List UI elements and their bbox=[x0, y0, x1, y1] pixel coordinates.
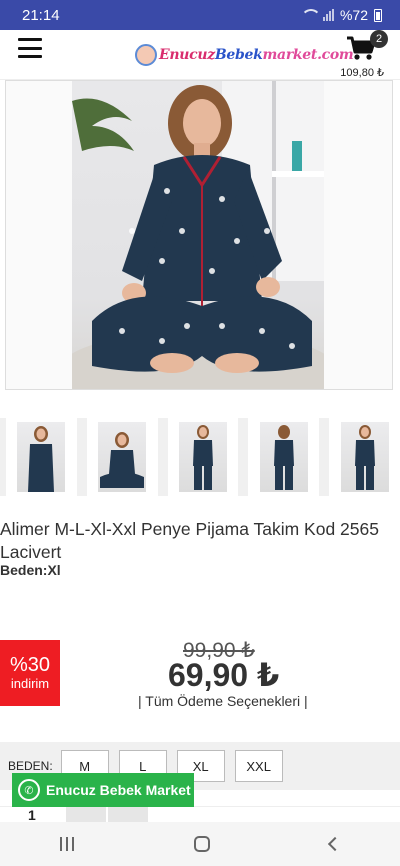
recent-apps-icon[interactable] bbox=[60, 837, 74, 851]
cart-total: 109,80 ₺ bbox=[340, 67, 384, 79]
battery-percent: %72 bbox=[339, 7, 368, 23]
whatsapp-icon: ✆ bbox=[18, 779, 40, 801]
cart-count-badge: 2 bbox=[370, 30, 388, 48]
payment-options-link[interactable]: | Tüm Ödeme Seçenekleri | bbox=[138, 693, 308, 709]
quantity-value[interactable]: 1 bbox=[28, 807, 36, 823]
size-option-xxl[interactable]: XXL bbox=[234, 750, 283, 782]
discount-badge: %30 indirim bbox=[0, 640, 60, 706]
selected-size-label: Beden:Xl bbox=[0, 562, 61, 578]
quantity-decrease-button[interactable] bbox=[108, 807, 148, 823]
site-logo[interactable]: EnucuzBebekmarket.com bbox=[135, 38, 354, 72]
baby-logo-icon bbox=[135, 44, 157, 66]
current-price: 69,90 ₺ bbox=[168, 657, 280, 693]
thumbnail-3[interactable] bbox=[167, 418, 239, 496]
back-icon[interactable] bbox=[327, 836, 343, 852]
model-illustration bbox=[72, 81, 324, 389]
home-icon[interactable] bbox=[194, 836, 210, 852]
logo-text: EnucuzBebekmarket.com bbox=[159, 47, 354, 63]
signal-icon bbox=[322, 9, 334, 21]
size-selector-label: BEDEN: bbox=[8, 759, 53, 773]
quantity-row: 1 bbox=[0, 806, 400, 823]
system-nav-bar bbox=[0, 822, 400, 866]
status-icons: %72 bbox=[300, 7, 382, 23]
thumbnail-4[interactable] bbox=[248, 418, 320, 496]
thumbnail-5[interactable] bbox=[329, 418, 400, 496]
menu-icon[interactable] bbox=[18, 38, 42, 58]
product-main-image[interactable] bbox=[5, 80, 393, 390]
product-photo bbox=[72, 81, 324, 389]
thumbnail-1[interactable] bbox=[6, 418, 77, 496]
status-bar: 21:14 %72 bbox=[0, 0, 400, 30]
whatsapp-label: Enucuz Bebek Market bbox=[46, 782, 191, 798]
wifi-icon bbox=[300, 9, 321, 21]
discount-label: indirim bbox=[10, 676, 50, 691]
status-time: 21:14 bbox=[22, 6, 60, 24]
site-header: EnucuzBebekmarket.com 2 109,80 ₺ bbox=[0, 30, 400, 80]
product-title: Alimer M-L-Xl-Xxl Penye Pijama Takim Kod… bbox=[0, 519, 379, 562]
battery-icon bbox=[374, 8, 382, 22]
whatsapp-button[interactable]: ✆ Enucuz Bebek Market bbox=[12, 773, 194, 807]
thumbnail-2[interactable] bbox=[86, 418, 158, 496]
product-thumbnails bbox=[0, 418, 400, 496]
cart-button[interactable]: 2 bbox=[346, 30, 388, 62]
discount-percent: %30 bbox=[9, 654, 51, 676]
quantity-increase-button[interactable] bbox=[66, 807, 106, 823]
